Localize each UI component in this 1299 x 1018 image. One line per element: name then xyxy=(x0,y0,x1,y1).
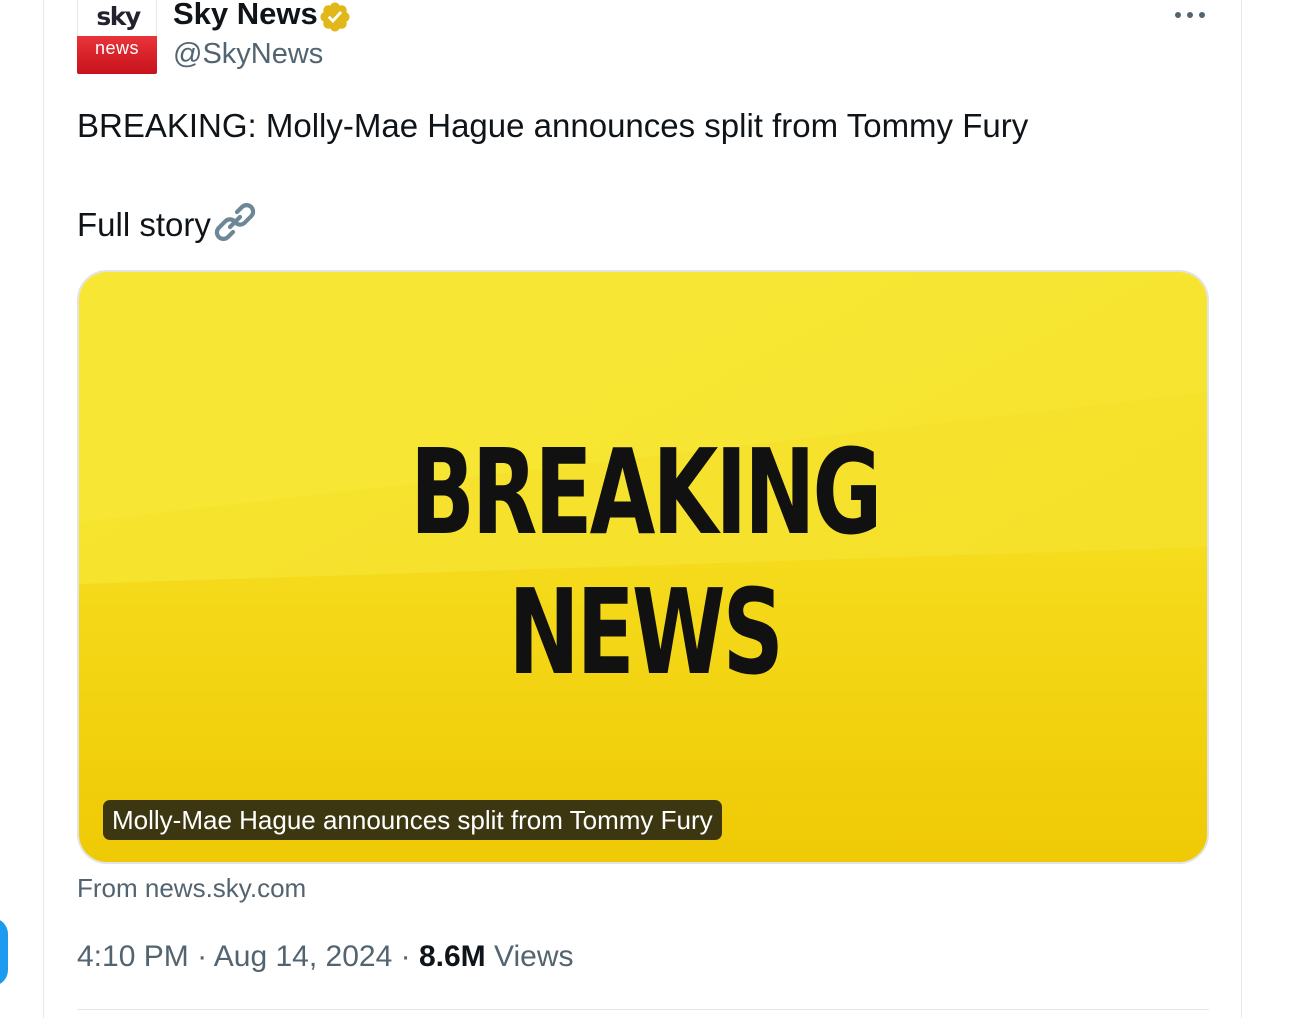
tweet-page: sky news Sky News @SkyNews BREAKING: Mol… xyxy=(0,0,1299,1018)
divider xyxy=(77,1009,1209,1010)
tweet-date[interactable]: Aug 14, 2024 xyxy=(214,940,393,973)
avatar-bottom-panel: news xyxy=(77,36,157,74)
tweet-time[interactable]: 4:10 PM xyxy=(77,940,189,973)
verified-badge-icon[interactable] xyxy=(318,0,352,34)
avatar-logo-news-text: news xyxy=(94,38,140,58)
link-card[interactable]: BREAKING NEWS Molly-Mae Hague announces … xyxy=(77,270,1209,864)
meta-separator: · xyxy=(400,940,411,973)
timeline-border-left xyxy=(43,0,44,1018)
more-horizontal-icon[interactable] xyxy=(1172,4,1208,26)
avatar-logo-sky-text: sky xyxy=(96,2,141,31)
author-display-name[interactable]: Sky News xyxy=(173,0,318,34)
timeline-border-right xyxy=(1241,0,1242,1018)
link-icon xyxy=(214,203,255,241)
full-story-line: Full story xyxy=(77,200,257,246)
views-label: Views xyxy=(494,940,574,973)
card-image-headline: BREAKING NEWS xyxy=(237,422,1052,702)
meta-separator: · xyxy=(197,940,208,973)
views-count: 8.6M xyxy=(418,940,486,973)
avatar[interactable]: sky news xyxy=(77,0,157,74)
tweet-meta: 4:10 PM · Aug 14, 2024 · 8.6M Views xyxy=(77,936,573,978)
avatar-top-panel: sky xyxy=(77,0,157,36)
compose-button-edge[interactable] xyxy=(0,918,8,986)
author-handle[interactable]: @SkyNews xyxy=(173,35,323,73)
full-story-label: Full story xyxy=(77,206,211,243)
tweet-text: BREAKING: Molly-Mae Hague announces spli… xyxy=(77,107,1029,144)
card-image-line-breaking: BREAKING xyxy=(410,423,882,561)
card-caption: Molly-Mae Hague announces split from Tom… xyxy=(103,800,722,840)
card-source[interactable]: From news.sky.com xyxy=(77,870,306,906)
card-image-line-news: NEWS xyxy=(508,563,783,701)
